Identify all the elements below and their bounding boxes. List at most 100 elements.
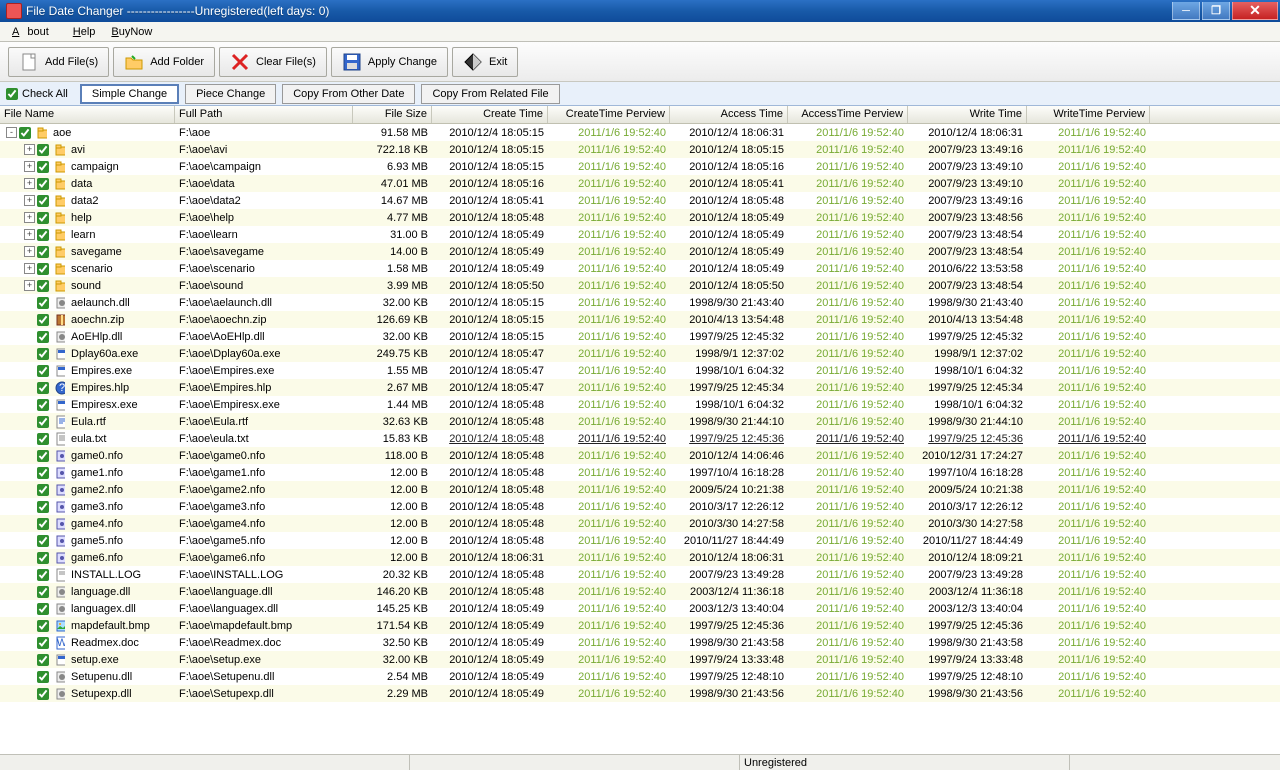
expand-icon[interactable]: + xyxy=(24,280,35,291)
check-all-checkbox[interactable] xyxy=(6,88,18,100)
col-writetime[interactable]: Write Time xyxy=(908,106,1027,123)
close-button[interactable]: ✕ xyxy=(1232,2,1278,20)
add-folder-button[interactable]: Add Folder xyxy=(113,47,215,77)
row-checkbox[interactable] xyxy=(37,161,49,173)
file-row[interactable]: game6.nfoF:\aoe\game6.nfo12.00 B2010/12/… xyxy=(0,549,1280,566)
expand-icon[interactable]: + xyxy=(24,229,35,240)
tab-simple-change[interactable]: Simple Change xyxy=(80,84,179,104)
apply-change-button[interactable]: Apply Change xyxy=(331,47,448,77)
file-row[interactable]: game5.nfoF:\aoe\game5.nfo12.00 B2010/12/… xyxy=(0,532,1280,549)
file-row[interactable]: mapdefault.bmpF:\aoe\mapdefault.bmp171.5… xyxy=(0,617,1280,634)
file-row[interactable]: Dplay60a.exeF:\aoe\Dplay60a.exe249.75 KB… xyxy=(0,345,1280,362)
row-checkbox[interactable] xyxy=(37,484,49,496)
file-row[interactable]: language.dllF:\aoe\language.dll146.20 KB… xyxy=(0,583,1280,600)
expand-icon[interactable]: + xyxy=(24,246,35,257)
file-row[interactable]: INSTALL.LOGF:\aoe\INSTALL.LOG20.32 KB201… xyxy=(0,566,1280,583)
row-checkbox[interactable] xyxy=(37,654,49,666)
row-checkbox[interactable] xyxy=(37,280,49,292)
file-row[interactable]: game0.nfoF:\aoe\game0.nfo118.00 B2010/12… xyxy=(0,447,1280,464)
row-checkbox[interactable] xyxy=(37,552,49,564)
row-checkbox[interactable] xyxy=(37,399,49,411)
file-row[interactable]: Setupexp.dllF:\aoe\Setupexp.dll2.29 MB20… xyxy=(0,685,1280,702)
row-checkbox[interactable] xyxy=(37,331,49,343)
row-checkbox[interactable] xyxy=(37,314,49,326)
file-row[interactable]: WReadmex.docF:\aoe\Readmex.doc32.50 KB20… xyxy=(0,634,1280,651)
menu-buynow[interactable]: BuyNow xyxy=(103,24,160,40)
expand-icon[interactable]: + xyxy=(24,195,35,206)
file-row[interactable]: +helpF:\aoe\help4.77 MB2010/12/4 18:05:4… xyxy=(0,209,1280,226)
tab-copy-other-date[interactable]: Copy From Other Date xyxy=(282,84,415,104)
file-row[interactable]: +dataF:\aoe\data47.01 MB2010/12/4 18:05:… xyxy=(0,175,1280,192)
file-row[interactable]: -aoeF:\aoe91.58 MB2010/12/4 18:05:152011… xyxy=(0,124,1280,141)
file-row[interactable]: Empiresx.exeF:\aoe\Empiresx.exe1.44 MB20… xyxy=(0,396,1280,413)
row-checkbox[interactable] xyxy=(37,433,49,445)
row-checkbox[interactable] xyxy=(37,671,49,683)
file-row[interactable]: setup.exeF:\aoe\setup.exe32.00 KB2010/12… xyxy=(0,651,1280,668)
expand-icon[interactable]: - xyxy=(6,127,17,138)
file-row[interactable]: game1.nfoF:\aoe\game1.nfo12.00 B2010/12/… xyxy=(0,464,1280,481)
clear-files-button[interactable]: Clear File(s) xyxy=(219,47,327,77)
file-row[interactable]: languagex.dllF:\aoe\languagex.dll145.25 … xyxy=(0,600,1280,617)
file-row[interactable]: +campaignF:\aoe\campaign6.93 MB2010/12/4… xyxy=(0,158,1280,175)
file-row[interactable]: +data2F:\aoe\data214.67 MB2010/12/4 18:0… xyxy=(0,192,1280,209)
file-row[interactable]: Empires.exeF:\aoe\Empires.exe1.55 MB2010… xyxy=(0,362,1280,379)
expand-icon[interactable]: + xyxy=(24,212,35,223)
row-checkbox[interactable] xyxy=(37,586,49,598)
row-checkbox[interactable] xyxy=(37,348,49,360)
minimize-button[interactable]: ─ xyxy=(1172,2,1200,20)
row-checkbox[interactable] xyxy=(37,501,49,513)
row-checkbox[interactable] xyxy=(37,603,49,615)
file-row[interactable]: Eula.rtfF:\aoe\Eula.rtf32.63 KB2010/12/4… xyxy=(0,413,1280,430)
expand-icon[interactable]: + xyxy=(24,161,35,172)
row-checkbox[interactable] xyxy=(37,416,49,428)
col-filesize[interactable]: File Size xyxy=(353,106,432,123)
add-files-button[interactable]: Add File(s) xyxy=(8,47,109,77)
file-row[interactable]: aelaunch.dllF:\aoe\aelaunch.dll32.00 KB2… xyxy=(0,294,1280,311)
expand-icon[interactable]: + xyxy=(24,263,35,274)
row-checkbox[interactable] xyxy=(37,246,49,258)
row-checkbox[interactable] xyxy=(37,637,49,649)
row-checkbox[interactable] xyxy=(37,297,49,309)
row-checkbox[interactable] xyxy=(37,263,49,275)
col-createtime[interactable]: Create Time xyxy=(432,106,548,123)
expand-icon[interactable]: + xyxy=(24,178,35,189)
file-row[interactable]: game4.nfoF:\aoe\game4.nfo12.00 B2010/12/… xyxy=(0,515,1280,532)
row-checkbox[interactable] xyxy=(37,212,49,224)
col-filename[interactable]: File Name xyxy=(0,106,175,123)
file-row[interactable]: aoechn.zipF:\aoe\aoechn.zip126.69 KB2010… xyxy=(0,311,1280,328)
col-accesstime-preview[interactable]: AccessTime Perview xyxy=(788,106,908,123)
tab-piece-change[interactable]: Piece Change xyxy=(185,84,276,104)
file-row[interactable]: game3.nfoF:\aoe\game3.nfo12.00 B2010/12/… xyxy=(0,498,1280,515)
file-rows-container[interactable]: -aoeF:\aoe91.58 MB2010/12/4 18:05:152011… xyxy=(0,124,1280,752)
file-row[interactable]: +learnF:\aoe\learn31.00 B2010/12/4 18:05… xyxy=(0,226,1280,243)
maximize-button[interactable]: ❐ xyxy=(1202,2,1230,20)
row-checkbox[interactable] xyxy=(37,229,49,241)
col-createtime-preview[interactable]: CreateTime Perview xyxy=(548,106,670,123)
expand-icon[interactable]: + xyxy=(24,144,35,155)
row-checkbox[interactable] xyxy=(37,450,49,462)
file-row[interactable]: game2.nfoF:\aoe\game2.nfo12.00 B2010/12/… xyxy=(0,481,1280,498)
col-fullpath[interactable]: Full Path xyxy=(175,106,353,123)
row-checkbox[interactable] xyxy=(37,365,49,377)
file-row[interactable]: +aviF:\aoe\avi722.18 KB2010/12/4 18:05:1… xyxy=(0,141,1280,158)
file-row[interactable]: +savegameF:\aoe\savegame14.00 B2010/12/4… xyxy=(0,243,1280,260)
row-checkbox[interactable] xyxy=(37,144,49,156)
row-checkbox[interactable] xyxy=(37,178,49,190)
file-row[interactable]: +soundF:\aoe\sound3.99 MB2010/12/4 18:05… xyxy=(0,277,1280,294)
file-row[interactable]: ?Empires.hlpF:\aoe\Empires.hlp2.67 MB201… xyxy=(0,379,1280,396)
row-checkbox[interactable] xyxy=(37,382,49,394)
row-checkbox[interactable] xyxy=(19,127,31,139)
col-accesstime[interactable]: Access Time xyxy=(670,106,788,123)
row-checkbox[interactable] xyxy=(37,620,49,632)
row-checkbox[interactable] xyxy=(37,688,49,700)
row-checkbox[interactable] xyxy=(37,569,49,581)
row-checkbox[interactable] xyxy=(37,195,49,207)
menu-help[interactable]: Help xyxy=(65,24,104,40)
row-checkbox[interactable] xyxy=(37,467,49,479)
check-all[interactable]: Check All xyxy=(6,88,68,100)
tab-copy-related-file[interactable]: Copy From Related File xyxy=(421,84,559,104)
exit-button[interactable]: Exit xyxy=(452,47,518,77)
row-checkbox[interactable] xyxy=(37,518,49,530)
menu-about[interactable]: About xyxy=(4,24,65,40)
file-row[interactable]: +scenarioF:\aoe\scenario1.58 MB2010/12/4… xyxy=(0,260,1280,277)
